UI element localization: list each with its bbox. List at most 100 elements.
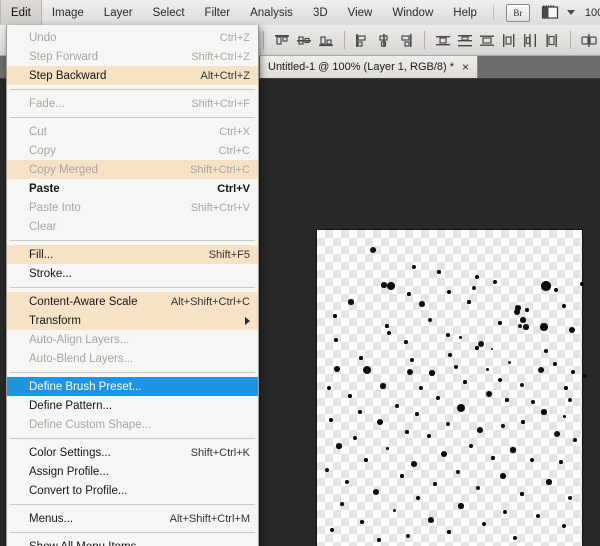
menu-item-label: Color Settings... (29, 446, 111, 459)
menu-item-label: Stroke... (29, 267, 72, 280)
distribute-left-edges-icon[interactable] (499, 31, 519, 49)
speckle-dot (541, 281, 551, 291)
speckle-dot (359, 356, 363, 360)
menu-item-define-brush-preset[interactable]: Define Brush Preset... (7, 377, 258, 396)
menu-item-label: Step Backward (29, 69, 107, 82)
chevron-down-icon[interactable] (566, 10, 575, 15)
menubar-item-select[interactable]: Select (143, 0, 195, 25)
screen-mode-button[interactable] (536, 0, 577, 25)
close-icon[interactable]: × (462, 61, 469, 73)
zoom-level-label: 100% (584, 6, 600, 19)
menu-item-shortcut: Ctrl+V (217, 182, 250, 195)
speckle-dot (536, 514, 540, 518)
menubar-item-view[interactable]: View (338, 0, 383, 25)
speckle-dot (429, 370, 435, 376)
menu-item-assign-profile[interactable]: Assign Profile... (7, 462, 258, 481)
bridge-icon: Br (505, 3, 530, 22)
menu-item-step-backward[interactable]: Step Backward Alt+Ctrl+Z (7, 66, 258, 85)
speckle-dot (410, 358, 414, 362)
menu-item-fill[interactable]: Fill... Shift+F5 (7, 245, 258, 264)
menu-separator (10, 438, 255, 439)
zoom-level-selector[interactable]: 100% (577, 0, 600, 25)
menubar-item-3d[interactable]: 3D (303, 0, 338, 25)
speckle-dot (453, 364, 459, 370)
menubar-item-layer[interactable]: Layer (94, 0, 143, 25)
menubar-item-window[interactable]: Window (382, 0, 443, 25)
launch-bridge-button[interactable]: Br (500, 0, 536, 25)
menu-item-shortcut: Alt+Shift+Ctrl+M (169, 512, 250, 525)
distribute-horizontal-centers-icon[interactable] (520, 31, 540, 49)
speckle-dot (583, 374, 587, 378)
document-tab[interactable]: Untitled-1 @ 100% (Layer 1, RGB/8) * × (260, 56, 479, 78)
menubar-item-image[interactable]: Image (42, 0, 94, 25)
align-vertical-centers-icon[interactable] (294, 31, 314, 49)
align-top-edges-icon[interactable] (272, 31, 292, 49)
speckle-dot (437, 270, 441, 274)
auto-align-layers-icon[interactable] (579, 31, 599, 49)
menu-item-paste[interactable]: Paste Ctrl+V (7, 179, 258, 198)
menu-item-label: Auto-Align Layers... (29, 333, 130, 346)
speckle-dot (458, 335, 462, 339)
menu-item-shortcut: Shift+F5 (208, 248, 250, 261)
distribute-right-edges-icon[interactable] (542, 31, 562, 49)
menu-separator (10, 89, 255, 90)
speckle-dot (573, 438, 577, 442)
distribute-bottom-edges-icon[interactable] (477, 31, 497, 49)
speckle-dot (500, 423, 506, 429)
speckle-dot (553, 287, 559, 293)
menu-separator (10, 504, 255, 505)
menubar-item-filter[interactable]: Filter (195, 0, 241, 25)
speckle-dot (541, 409, 547, 415)
menu-item-menus[interactable]: Menus... Alt+Shift+Ctrl+M (7, 509, 258, 528)
speckle-dot (579, 281, 585, 287)
menu-item-color-settings[interactable]: Color Settings... Shift+Ctrl+K (7, 443, 258, 462)
menu-item-shortcut: Ctrl+C (218, 144, 250, 157)
menu-item-transform[interactable]: Transform (7, 311, 258, 330)
speckle-dot (411, 461, 417, 467)
document-canvas[interactable] (317, 230, 587, 546)
distribute-top-edges-icon[interactable] (433, 31, 453, 49)
speckle-dot (435, 395, 441, 401)
menu-item-copy: Copy Ctrl+C (7, 141, 258, 160)
menu-item-fade: Fade... Shift+Ctrl+F (7, 94, 258, 113)
menubar-item-edit[interactable]: Edit (0, 0, 42, 25)
speckle-dot (505, 398, 509, 402)
speckle-dot (428, 318, 432, 322)
speckle-dot (440, 450, 448, 458)
speckle-dot (553, 430, 561, 438)
menu-item-content-aware-scale[interactable]: Content-Aware Scale Alt+Shift+Ctrl+C (7, 292, 258, 311)
distribute-vertical-centers-icon[interactable] (455, 31, 475, 49)
speckle-dot (400, 474, 404, 478)
speckle-dot (570, 369, 576, 375)
menu-item-label: Copy (29, 144, 56, 157)
menu-bar: Edit Image Layer Select Filter Analysis … (0, 0, 600, 26)
align-right-edges-icon[interactable] (396, 31, 416, 49)
menu-item-shortcut: Shift+Ctrl+C (190, 163, 250, 176)
options-divider (343, 31, 345, 49)
align-left-edges-icon[interactable] (353, 31, 373, 49)
menubar-item-analysis[interactable]: Analysis (240, 0, 303, 25)
speckle-dot (377, 419, 383, 425)
speckle-dot (513, 308, 521, 316)
edit-dropdown-menu[interactable]: Undo Ctrl+Z Step Forward Shift+Ctrl+Z Step B… (6, 25, 259, 546)
menubar-item-help[interactable]: Help (443, 0, 487, 25)
speckle-dot (377, 538, 381, 542)
menu-item-define-pattern[interactable]: Define Pattern... (7, 396, 258, 415)
menu-item-stroke[interactable]: Stroke... (7, 264, 258, 283)
align-bottom-edges-icon[interactable] (316, 31, 336, 49)
speckle-dot (559, 460, 563, 464)
menu-item-shortcut: Shift+Ctrl+F (191, 97, 250, 110)
menu-item-label: Undo (29, 31, 57, 44)
menu-item-label: Convert to Profile... (29, 484, 128, 497)
menu-item-shortcut: Shift+Ctrl+Z (191, 50, 250, 63)
speckle-dot (447, 352, 453, 358)
align-horizontal-centers-icon[interactable] (374, 31, 394, 49)
menu-item-convert-to-profile[interactable]: Convert to Profile... (7, 481, 258, 500)
speckle-dot (553, 362, 557, 366)
speckle-dot (530, 399, 536, 405)
speckle-dot (537, 366, 545, 374)
speckle-dot (561, 523, 567, 529)
speckle-dot (458, 503, 464, 509)
menubar-item-label: Filter (204, 6, 231, 19)
menu-item-show-all-menu-items[interactable]: Show All Menu Items (7, 537, 258, 546)
